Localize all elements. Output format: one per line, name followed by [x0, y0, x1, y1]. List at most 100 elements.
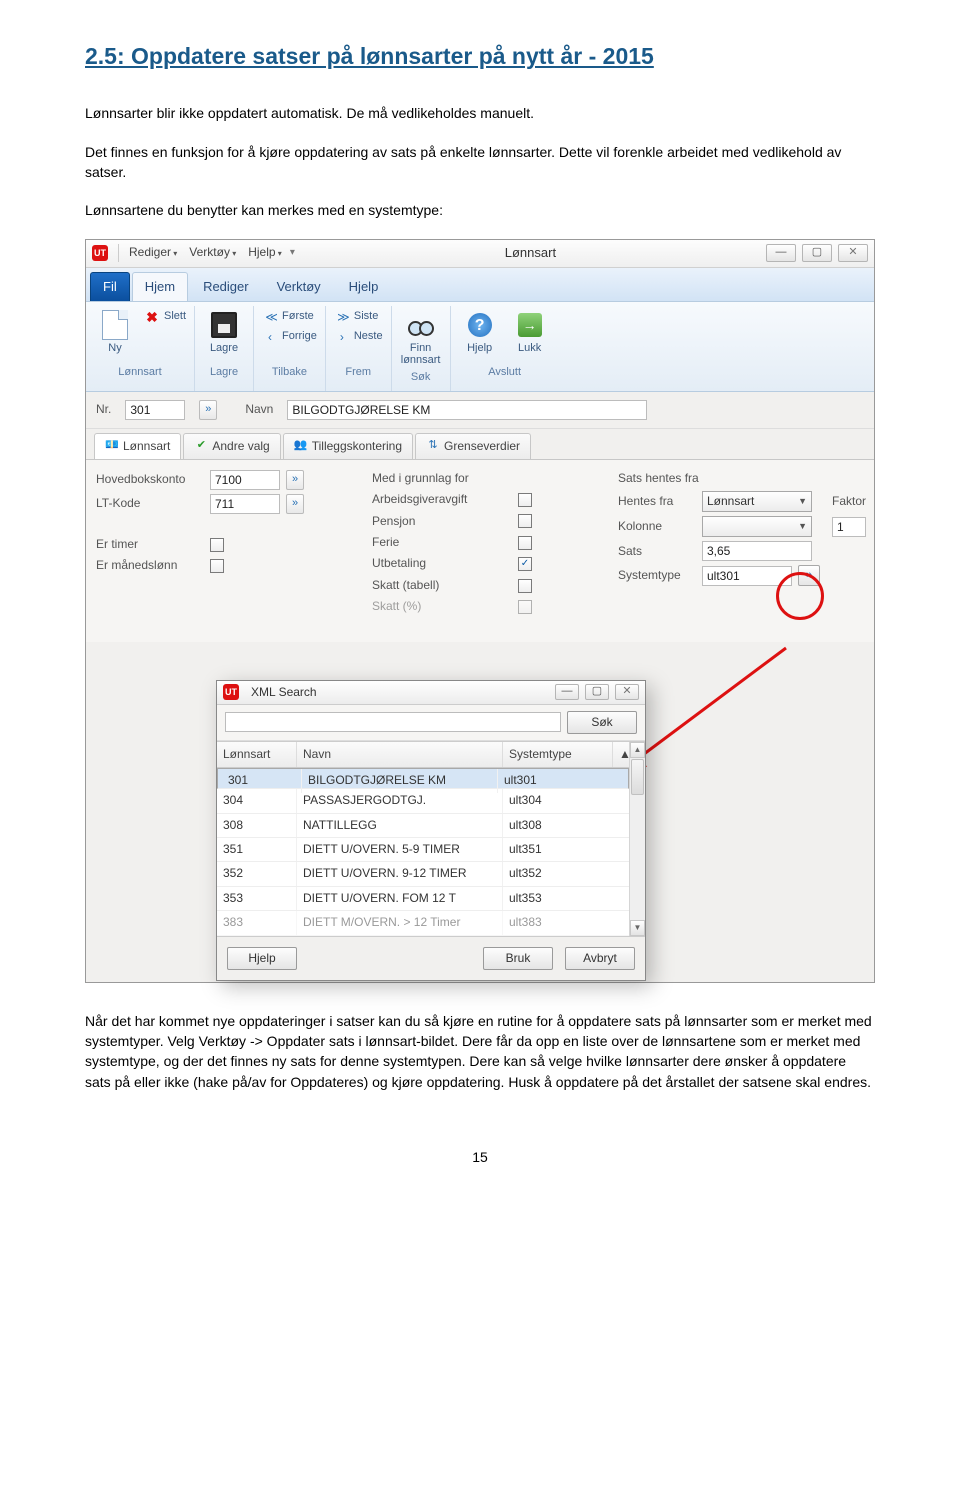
people-icon: 👥	[294, 439, 308, 453]
systemtype-label: Systemtype	[618, 567, 696, 584]
hentesfra-select[interactable]: Lønnsart▼	[702, 491, 812, 512]
hovedbokskonto-label: Hovedbokskonto	[96, 471, 204, 488]
ribbon-group-lagre: Lagre	[210, 364, 238, 384]
tab-grenseverdier[interactable]: ⇅ Grenseverdier	[415, 433, 531, 459]
dialog-avbryt-button[interactable]: Avbryt	[565, 947, 635, 970]
dialog-bruk-button[interactable]: Bruk	[483, 947, 553, 970]
tab-tilleggskontering[interactable]: 👥 Tilleggskontering	[283, 433, 413, 459]
ribbon-tab-verktoy[interactable]: Verktøy	[264, 272, 334, 302]
ribbon-btn-ny[interactable]: Ny	[92, 308, 138, 356]
ltkode-label: LT-Kode	[96, 495, 204, 512]
ferie-checkbox[interactable]	[518, 536, 532, 550]
grid-row[interactable]: 383DIETT M/OVERN. > 12 Timerult383	[217, 911, 629, 935]
dialog-close-button[interactable]: ✕	[615, 684, 639, 700]
close-button[interactable]: ✕	[838, 244, 868, 262]
header-fields: Nr. » Navn	[86, 392, 874, 429]
dialog-maximize-button[interactable]: ▢	[585, 684, 609, 700]
ribbon-group-tilbake: Tilbake	[272, 364, 307, 384]
ribbon-btn-lagre[interactable]: Lagre	[201, 308, 247, 356]
chevron-last-icon: ≫	[334, 309, 350, 325]
col-systemtype[interactable]: Systemtype	[503, 742, 613, 767]
ribbon-btn-lukk[interactable]: Lukk	[507, 308, 553, 356]
maximize-button[interactable]: ▢	[802, 244, 832, 262]
ribbon-tabstrip: Fil Hjem Rediger Verktøy Hjelp	[86, 268, 874, 303]
paragraph-1: Lønnsarter blir ikke oppdatert automatis…	[85, 103, 875, 123]
window-title: Lønnsart	[295, 244, 766, 263]
ribbon-group-sok: Søk	[411, 369, 431, 389]
satshentes-heading: Sats hentes fra	[618, 470, 699, 487]
arb-checkbox[interactable]	[518, 493, 532, 507]
grid-row[interactable]: 352DIETT U/OVERN. 9-12 TIMERult352	[217, 862, 629, 886]
navn-input[interactable]	[287, 400, 647, 420]
tab-lonnsart[interactable]: 💶 Lønnsart	[94, 433, 181, 459]
dialog-hjelp-button[interactable]: Hjelp	[227, 947, 297, 970]
faktor-label: Faktor	[832, 493, 876, 510]
hovedbokskonto-input[interactable]	[210, 470, 280, 490]
ribbon-tab-fil[interactable]: Fil	[90, 272, 130, 302]
skatttab-checkbox[interactable]	[518, 579, 532, 593]
navn-label: Navn	[245, 401, 273, 418]
grid-row[interactable]: 304PASSASJERGODTGJ.ult304	[217, 789, 629, 813]
ribbon-tab-rediger[interactable]: Rediger	[190, 272, 262, 302]
nr-lookup-button[interactable]: »	[199, 400, 217, 420]
ribbon-group-frem: Frem	[345, 364, 371, 384]
col-scroll-spacer: ▲	[613, 742, 629, 767]
ribbon-btn-finn[interactable]: Finn lønnsart	[398, 308, 444, 368]
grid-row[interactable]: 353DIETT U/OVERN. FOM 12 Tult353	[217, 887, 629, 911]
ertimer-checkbox[interactable]	[210, 538, 224, 552]
sats-input[interactable]	[702, 541, 812, 561]
dialog-search-button[interactable]: Søk	[567, 711, 637, 734]
ribbon-btn-first[interactable]: ≪ Første	[260, 308, 319, 326]
qa-menu-rediger[interactable]: Rediger ▾	[129, 244, 177, 261]
skattpct-checkbox[interactable]	[518, 600, 532, 614]
grid-row[interactable]: 301BILGODTGJØRELSE KMult301	[217, 768, 629, 789]
ltkode-lookup[interactable]: »	[286, 494, 304, 514]
ribbon-btn-next[interactable]: › Neste	[332, 328, 385, 346]
qa-menu-hjelp[interactable]: Hjelp ▾	[248, 244, 282, 261]
outro-paragraph: Når det har kommet nye oppdateringer i s…	[85, 1011, 875, 1092]
nr-input[interactable]	[125, 400, 185, 420]
ribbon-tab-hjem[interactable]: Hjem	[132, 272, 188, 302]
tab-andre-valg[interactable]: ✔ Andre valg	[183, 433, 280, 459]
ribbon-btn-hjelp[interactable]: ? Hjelp	[457, 308, 503, 356]
help-icon: ?	[465, 310, 495, 340]
ltkode-input[interactable]	[210, 494, 280, 514]
ermnd-checkbox[interactable]	[210, 559, 224, 573]
col-lonnsart[interactable]: Lønnsart	[217, 742, 297, 767]
col-navn[interactable]: Navn	[297, 742, 503, 767]
dialog-scrollbar[interactable]: ▲ ▼	[629, 742, 645, 936]
scroll-thumb[interactable]	[631, 759, 644, 795]
page-number: 15	[85, 1147, 875, 1167]
qa-menu-verktoy[interactable]: Verktøy ▾	[189, 244, 236, 261]
skatttab-label: Skatt (tabell)	[372, 577, 512, 594]
ribbon-btn-slett[interactable]: ✖ Slett	[142, 308, 188, 326]
grid-row[interactable]: 308NATTILLEGGult308	[217, 814, 629, 838]
faktor-input[interactable]	[832, 517, 866, 537]
ribbon-tab-hjelp[interactable]: Hjelp	[336, 272, 392, 302]
paragraph-3: Lønnsartene du benytter kan merkes med e…	[85, 200, 875, 220]
arb-label: Arbeidsgiveravgift	[372, 491, 512, 508]
ribbon-btn-prev[interactable]: ‹ Forrige	[260, 328, 319, 346]
ermnd-label: Er månedslønn	[96, 557, 204, 574]
hentesfra-label: Hentes fra	[618, 493, 696, 510]
dialog-search-input[interactable]	[225, 712, 561, 732]
medigrunnlag-heading: Med i grunnlag for	[372, 470, 469, 487]
utbet-checkbox[interactable]: ✓	[518, 557, 532, 571]
scroll-up-icon[interactable]: ▲	[630, 742, 645, 758]
nr-label: Nr.	[96, 401, 111, 418]
grid-row[interactable]: 351DIETT U/OVERN. 5-9 TIMERult351	[217, 838, 629, 862]
minimize-button[interactable]: —	[766, 244, 796, 262]
kolonne-select[interactable]: ▼	[702, 516, 812, 537]
ferie-label: Ferie	[372, 534, 512, 551]
ribbon-group-lonnsart: Lønnsart	[118, 364, 161, 384]
section-heading: 2.5: Oppdatere satser på lønnsarter på n…	[85, 40, 875, 73]
scroll-down-icon[interactable]: ▼	[630, 920, 645, 936]
pensjon-checkbox[interactable]	[518, 514, 532, 528]
ribbon-btn-last[interactable]: ≫ Siste	[332, 308, 385, 326]
hovedbokskonto-lookup[interactable]: »	[286, 470, 304, 490]
dialog-minimize-button[interactable]: —	[555, 684, 579, 700]
money-icon: 💶	[105, 439, 119, 453]
dialog-result-grid: Lønnsart Navn Systemtype ▲ 301BILGODTGJØ…	[217, 741, 645, 937]
dialog-title: XML Search	[251, 684, 549, 701]
sats-label: Sats	[618, 543, 696, 560]
